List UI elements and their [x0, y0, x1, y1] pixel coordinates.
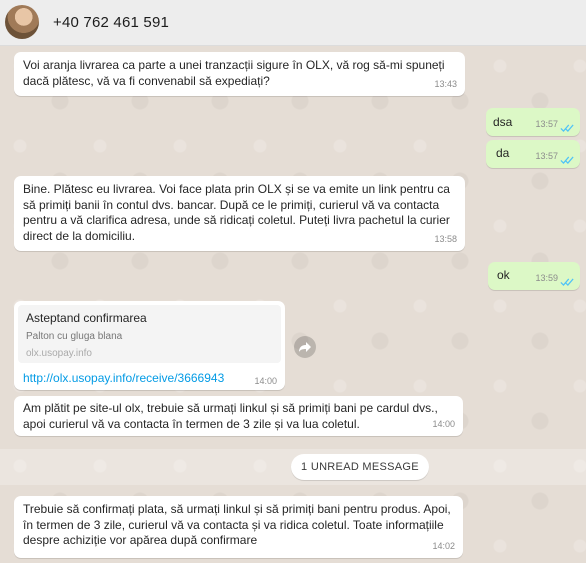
message-bubble-outgoing[interactable]: da 13:57 — [486, 140, 580, 168]
forward-arrow-icon — [299, 342, 311, 352]
contact-avatar[interactable] — [5, 5, 39, 39]
read-ticks-icon — [560, 124, 574, 132]
message-time: 13:58 — [434, 233, 457, 244]
message-text: Voi aranja livrarea ca parte a unei tran… — [23, 58, 445, 88]
forward-button[interactable] — [294, 336, 316, 358]
message-bubble-incoming[interactable]: Am plătit pe site-ul olx, trebuie să urm… — [14, 396, 463, 436]
message-time: 13:57 — [535, 118, 558, 129]
message-text: Trebuie să confirmați plata, să urmați l… — [23, 502, 451, 547]
message-text: dsa — [493, 115, 513, 129]
message-time: 13:43 — [434, 78, 457, 89]
message-text: da — [496, 146, 510, 160]
message-time: 13:57 — [535, 150, 558, 161]
chat-header: +40 762 461 591 — [0, 0, 586, 46]
message-link[interactable]: http://olx.usopay.info/receive/3666943 — [23, 371, 224, 385]
message-text: Am plătit pe site-ul olx, trebuie să urm… — [23, 401, 438, 431]
message-text: ok — [497, 268, 510, 282]
chat-area[interactable]: Voi aranja livrarea ca parte a unei tran… — [0, 46, 586, 563]
unread-messages-divider: 1 UNREAD MESSAGE — [291, 454, 429, 480]
contact-name[interactable]: +40 762 461 591 — [53, 14, 169, 31]
message-bubble-outgoing[interactable]: dsa 13:57 — [486, 108, 580, 136]
message-link-preview[interactable]: Asteptand confirmarea Palton cu gluga bl… — [14, 301, 285, 390]
message-bubble-outgoing[interactable]: ok 13:59 — [488, 262, 580, 290]
message-time: 14:00 — [432, 418, 455, 429]
message-time: 14:02 — [432, 540, 455, 551]
read-ticks-icon — [560, 278, 574, 286]
read-ticks-icon — [560, 156, 574, 164]
message-bubble-incoming[interactable]: Bine. Plătesc eu livrarea. Voi face plat… — [14, 176, 465, 251]
link-preview-site: olx.usopay.info — [26, 348, 92, 359]
message-time: 14:00 — [254, 376, 277, 386]
message-time: 13:59 — [535, 272, 558, 283]
message-text: Bine. Plătesc eu livrarea. Voi face plat… — [23, 182, 450, 243]
link-preview-description: Palton cu gluga blana — [26, 331, 123, 342]
link-preview-card[interactable]: Asteptand confirmarea Palton cu gluga bl… — [18, 305, 281, 363]
message-bubble-incoming[interactable]: Voi aranja livrarea ca parte a unei tran… — [14, 52, 465, 96]
link-preview-title: Asteptand confirmarea — [26, 311, 147, 325]
message-bubble-incoming[interactable]: Trebuie să confirmați plata, să urmați l… — [14, 496, 463, 558]
